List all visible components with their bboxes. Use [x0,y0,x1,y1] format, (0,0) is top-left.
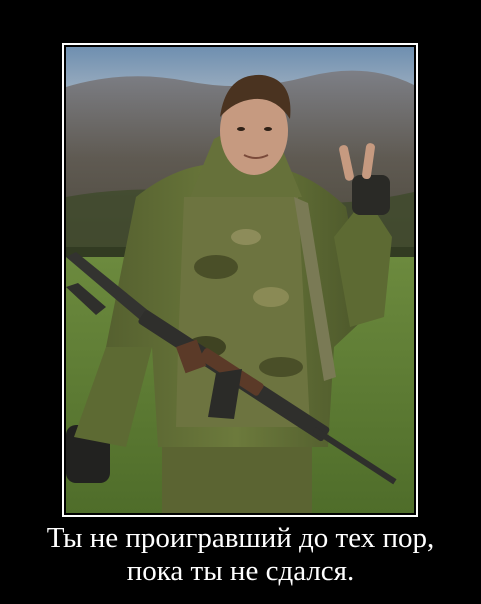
photo-frame [62,43,418,517]
gloved-hand [352,175,390,215]
caption-line-1: Ты не проигравший до тех пор, [46,522,435,554]
poster-caption: Ты не проигравший до тех пор, пока ты не… [0,522,481,588]
caption-line-2: пока ты не сдался. [126,555,355,587]
soldier-photo [66,47,414,513]
demotivator-poster: Ты не проигравший до тех пор, пока ты не… [0,0,481,604]
